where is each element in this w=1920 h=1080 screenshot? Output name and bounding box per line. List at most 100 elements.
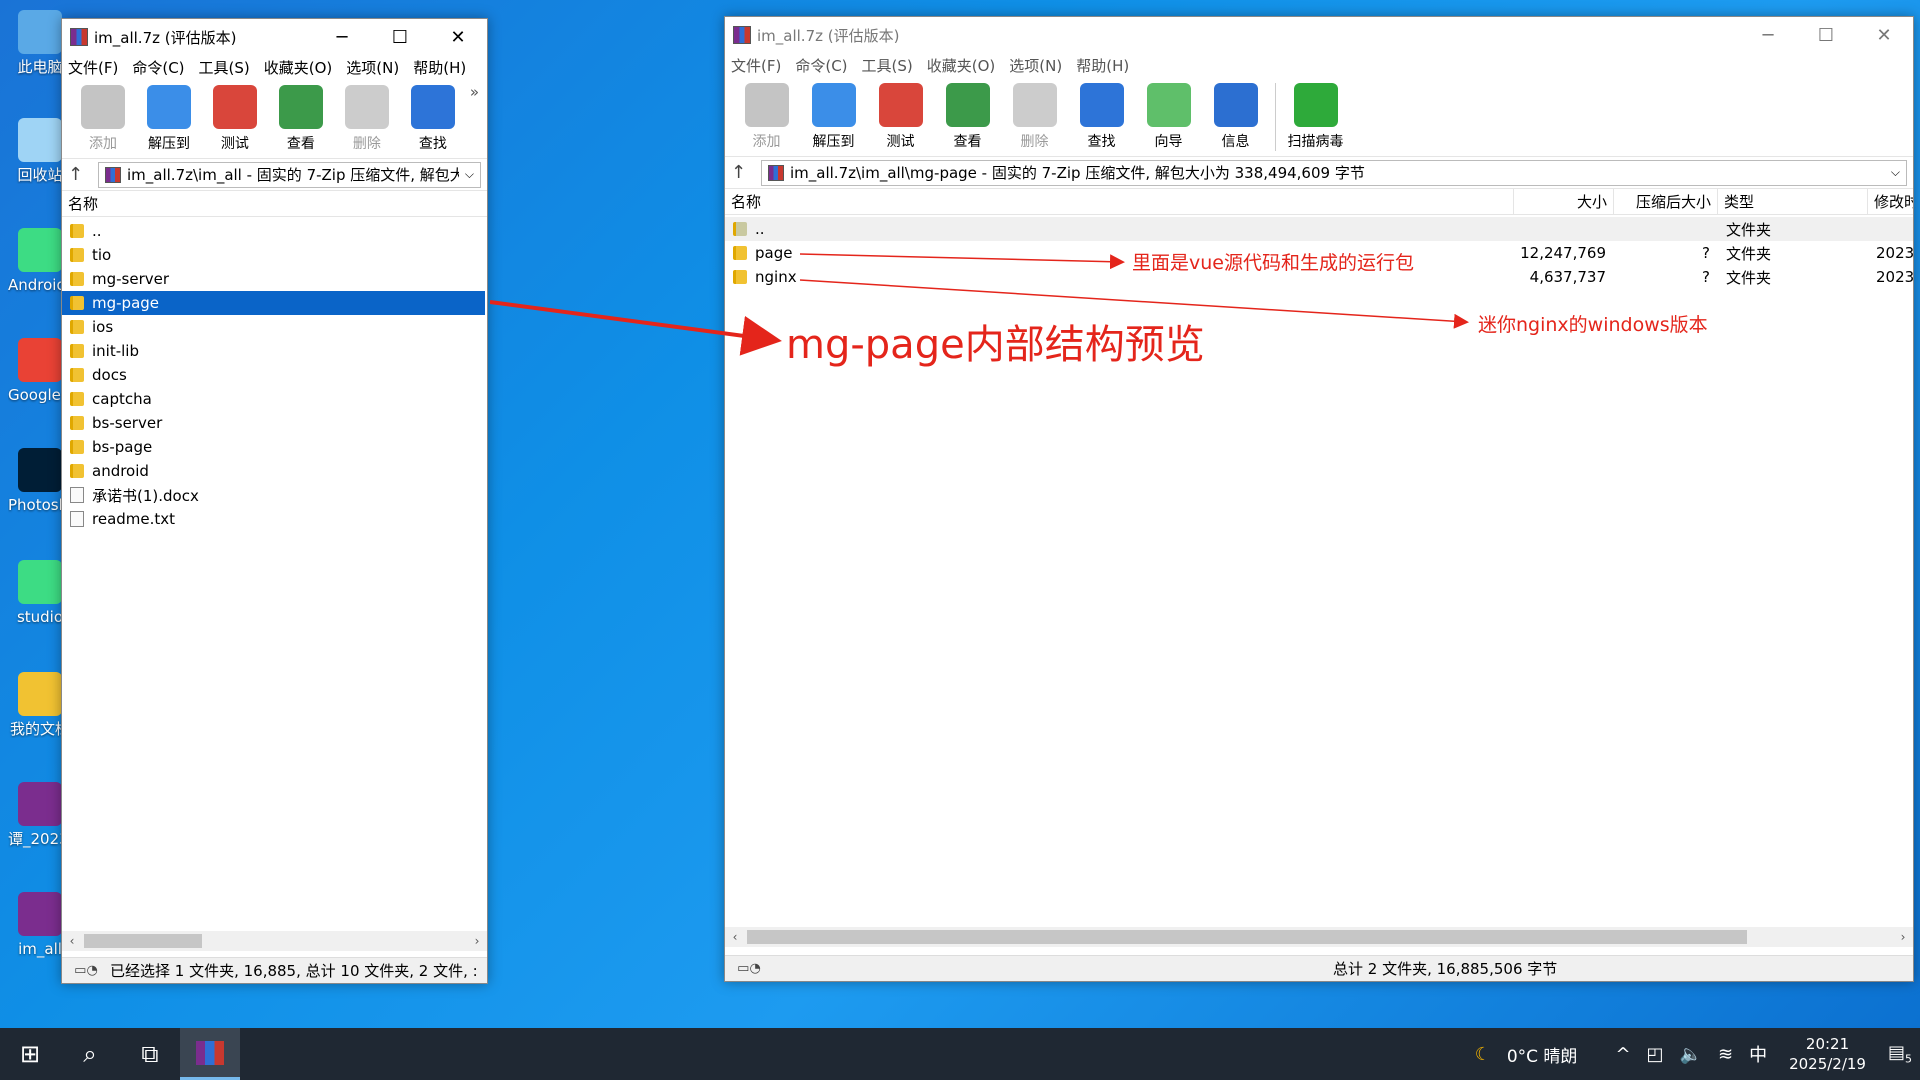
menu-item[interactable]: 文件(F) [68,57,118,78]
menu-item[interactable]: 选项(N) [1009,55,1062,76]
right-titlebar[interactable]: im_all.7z (评估版本) ─ ☐ ✕ [725,17,1913,53]
left-window-title: im_all.7z (评估版本) [94,28,237,47]
toolbar-button[interactable]: 添加 [733,81,800,151]
list-item[interactable]: tio [62,243,485,267]
menu-item[interactable]: 命令(C) [132,57,184,78]
list-item[interactable]: bs-page [62,435,485,459]
column-name[interactable]: 名称 [62,191,487,216]
list-item[interactable]: bs-server [62,411,485,435]
clock[interactable]: 20:21 2025/2/19 [1789,1034,1866,1074]
menu-item[interactable]: 收藏夹(O) [264,57,333,78]
scroll-right-icon[interactable]: › [1893,930,1913,944]
maximize-button[interactable]: ☐ [1797,17,1855,53]
file-name: nginx [755,268,797,286]
left-address-field[interactable]: im_all.7z\im_all - 固实的 7-Zip 压缩文件, 解包大 ⌵ [98,161,481,188]
toolbar-button[interactable]: 删除 [334,83,400,153]
cell-type: 文件夹 [1726,268,1772,287]
toolbar-button[interactable]: 查看 [934,81,1001,151]
chevron-down-icon[interactable]: ⌵ [1891,165,1900,180]
menu-item[interactable]: 工具(S) [862,55,913,76]
column-size[interactable]: 大小 [1514,189,1614,214]
toolbar-button[interactable]: 信息 [1202,81,1269,151]
list-item[interactable]: readme.txt [62,507,485,531]
wizard-wand-icon [1146,83,1191,127]
list-item[interactable]: ios [62,315,485,339]
toolbar-button[interactable]: 查找 [1068,81,1135,151]
scroll-thumb[interactable] [747,930,1747,944]
network-icon[interactable]: ≋ [1718,1044,1733,1065]
menu-item[interactable]: 选项(N) [346,57,399,78]
notification-icon[interactable]: ▤5 [1888,1042,1912,1066]
toolbar-button[interactable]: 查看 [268,83,334,153]
toolbar-button[interactable]: 向导 [1135,81,1202,151]
file-name-cell: mg-page [62,294,159,312]
toolbar-button[interactable]: 添加 [70,83,136,153]
menu-item[interactable]: 命令(C) [795,55,847,76]
up-arrow-icon[interactable]: ↑ [68,164,98,185]
scroll-left-icon[interactable]: ‹ [725,930,745,944]
device-icon[interactable]: ◰ [1647,1044,1664,1065]
left-horizontal-scrollbar[interactable]: ‹ › [62,931,487,951]
column-type[interactable]: 类型 [1718,189,1868,214]
scroll-right-icon[interactable]: › [467,934,487,948]
winrar-app-icon [733,26,751,44]
table-row[interactable]: .. 文件夹 [725,217,1913,241]
minimize-button[interactable]: ─ [313,19,371,55]
left-titlebar[interactable]: im_all.7z (评估版本) ─ ☐ ✕ [62,19,487,55]
start-windows-icon[interactable]: ⊞ [0,1028,60,1080]
weather-moon-icon[interactable]: ☾ [1475,1044,1491,1065]
minimize-button[interactable]: ─ [1739,17,1797,53]
list-item[interactable]: 承诺书(1).docx [62,483,485,507]
toolbar-button[interactable]: 解压到 [136,83,202,153]
toolbar-button[interactable]: 测试 [202,83,268,153]
file-name: mg-server [92,270,170,288]
task-view-icon[interactable]: ⧉ [120,1028,180,1080]
right-horizontal-scrollbar[interactable]: ‹ › [725,927,1913,947]
toolbar-button-label: 添加 [752,134,781,150]
toolbar-button[interactable]: 删除 [1001,81,1068,151]
menu-item[interactable]: 收藏夹(O) [927,55,996,76]
close-button[interactable]: ✕ [1855,17,1913,53]
close-button[interactable]: ✕ [429,19,487,55]
list-item[interactable]: captcha [62,387,485,411]
taskbar-winrar-button[interactable] [180,1028,240,1080]
scroll-thumb[interactable] [84,934,202,948]
toolbar-button[interactable]: 测试 [867,81,934,151]
drive-key-icon: ▭◔ [74,963,98,978]
toolbar-button[interactable]: 查找 [400,83,466,153]
toolbar-more-icon[interactable]: » [470,83,479,101]
search-icon[interactable]: ⌕ [60,1028,120,1080]
menu-item[interactable]: 文件(F) [731,55,781,76]
toolbar-button-label: 解压到 [147,136,190,152]
ime-indicator[interactable]: 中 [1749,1041,1767,1067]
maximize-button[interactable]: ☐ [371,19,429,55]
cell-modified: 2023/ [1876,268,1913,286]
list-item[interactable]: .. [62,219,485,243]
toolbar-button[interactable]: 扫描病毒 [1282,81,1349,151]
column-modified[interactable]: 修改时 [1868,189,1913,214]
menu-item[interactable]: 帮助(H) [1076,55,1129,76]
chevron-down-icon[interactable]: ⌵ [465,167,474,182]
scroll-left-icon[interactable]: ‹ [62,934,82,948]
folder-icon [70,296,84,310]
list-item[interactable]: android [62,459,485,483]
list-item[interactable]: mg-page [62,291,485,315]
menu-item[interactable]: 工具(S) [199,57,250,78]
file-name-cell: mg-server [62,270,169,288]
cell-type: 文件夹 [1726,244,1772,263]
list-item[interactable]: docs [62,363,485,387]
menu-item[interactable]: 帮助(H) [413,57,466,78]
column-name[interactable]: 名称 [725,189,1514,214]
volume-icon[interactable]: 🔈 [1680,1044,1702,1065]
column-packed[interactable]: 压缩后大小 [1614,189,1718,214]
list-item[interactable]: mg-server [62,267,485,291]
toolbar-button[interactable]: 解压到 [800,81,867,151]
folder-icon [70,416,84,430]
chevron-up-icon[interactable]: ^ [1615,1044,1630,1065]
right-column-header: 名称 大小 压缩后大小 类型 修改时 [725,189,1913,215]
right-address-field[interactable]: im_all.7z\im_all\mg-page - 固实的 7-Zip 压缩文… [761,159,1907,186]
weather-text[interactable]: 0°C 晴朗 [1507,1042,1578,1067]
list-item[interactable]: init-lib [62,339,485,363]
file-name: 承诺书(1).docx [92,486,199,505]
up-arrow-icon[interactable]: ↑ [731,162,761,183]
